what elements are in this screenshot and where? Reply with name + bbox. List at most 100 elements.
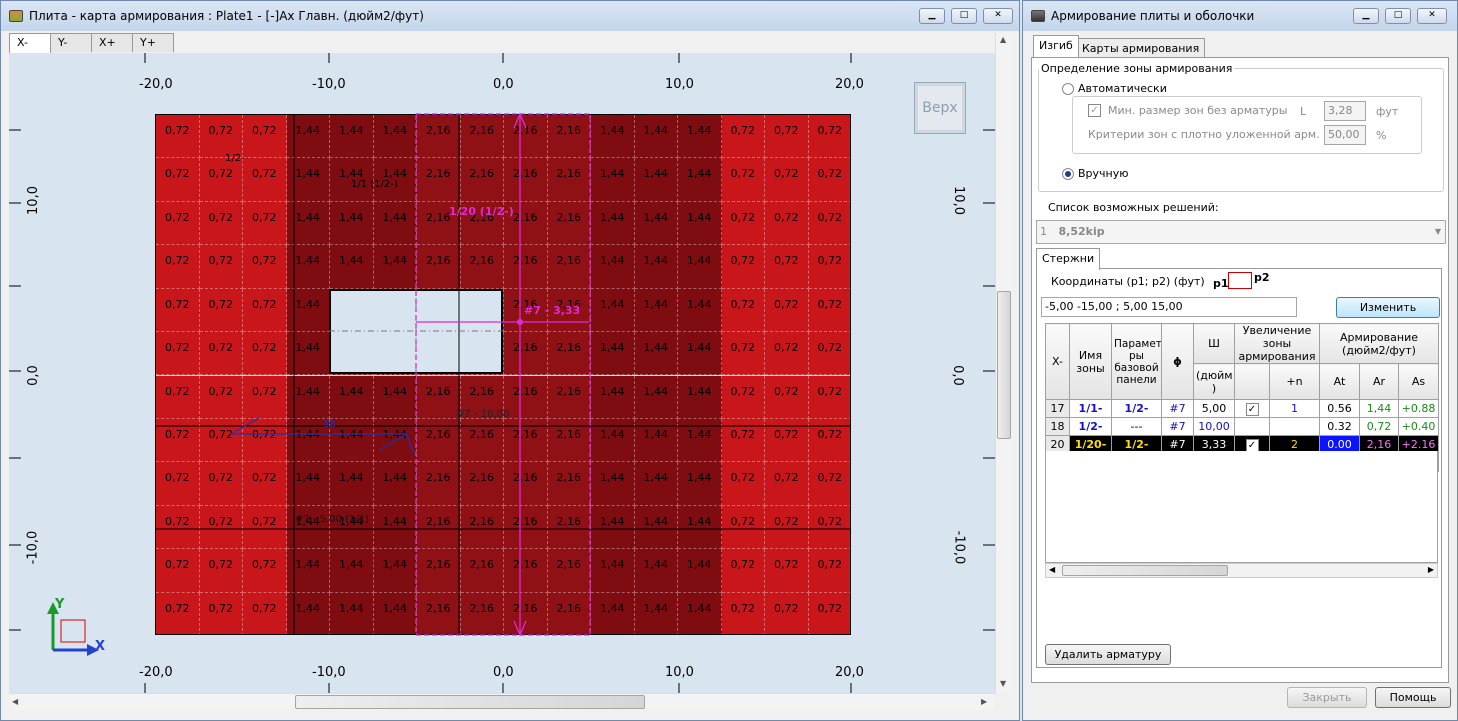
min-size-l-label: L xyxy=(1300,105,1307,118)
table-bg xyxy=(1045,451,1438,563)
annotation-layer xyxy=(155,112,851,637)
row-number[interactable]: 18 xyxy=(1045,417,1070,436)
minimize-button[interactable]: ▁ xyxy=(919,8,945,24)
table-scroll-thumb[interactable] xyxy=(1062,565,1228,576)
tab-bending[interactable]: Изгиб xyxy=(1033,35,1079,57)
close-button[interactable]: ✕ xyxy=(983,8,1013,24)
zone-definition-legend: Определение зоны армирования xyxy=(1041,62,1233,75)
tab-x-minus[interactable]: X- xyxy=(9,33,51,53)
manual-radio[interactable] xyxy=(1062,168,1074,180)
p2-label: p2 xyxy=(1254,271,1270,284)
phi-cell[interactable]: #7 xyxy=(1161,417,1194,436)
tab-bars[interactable]: Стержни xyxy=(1036,248,1101,270)
base-cell[interactable]: --- xyxy=(1111,417,1162,436)
row-number[interactable]: 17 xyxy=(1045,399,1070,418)
col-rebar: Армирование (дюйм2/фут) xyxy=(1318,323,1440,364)
as-cell[interactable]: +0.88 xyxy=(1397,399,1440,418)
col-at: At xyxy=(1319,363,1360,400)
increase-cell[interactable] xyxy=(1234,417,1270,436)
annotation-zone1: 1/1 (1/2-) xyxy=(351,179,398,190)
gizmo-x-label: X xyxy=(95,639,106,654)
bars-table[interactable]: X- Имя зоны Парамет ры базовой панели ϕ … xyxy=(1045,323,1440,472)
table-hscrollbar[interactable]: ◀ ▶ xyxy=(1045,563,1438,578)
annotation-zone20: 1/20 (1/2-) xyxy=(449,205,514,218)
table-row[interactable]: 18 1/2- --- #7 10,00 0.32 0,72 +0.40 xyxy=(1045,417,1440,436)
dialog-minimize-button[interactable]: ▁ xyxy=(1353,8,1379,24)
n-cell[interactable] xyxy=(1269,417,1320,436)
n-cell[interactable]: 1 xyxy=(1269,399,1320,418)
zone-cell[interactable]: 1/1- xyxy=(1069,399,1112,418)
solutions-combo[interactable]: 1 8,52kip ▼ xyxy=(1036,220,1446,244)
tab-y-plus[interactable]: Y+ xyxy=(132,33,174,52)
dense-unit: % xyxy=(1376,129,1387,142)
col-sh: Ш xyxy=(1193,323,1235,364)
dialog-maximize-button[interactable]: □ xyxy=(1385,8,1411,24)
scroll-left-icon[interactable]: ◀ xyxy=(1049,565,1055,574)
solution-index: 1 xyxy=(1040,225,1047,238)
col-dir: X- xyxy=(1045,323,1070,400)
at-cell[interactable]: 0.32 xyxy=(1319,417,1360,436)
reinforcement-dialog: Армирование плиты и оболочки ▁ □ ✕ Изгиб… xyxy=(1022,0,1458,721)
col-sh-unit: (дюйм ) xyxy=(1193,363,1235,400)
base-cell[interactable]: 1/2- xyxy=(1111,399,1162,418)
col-increase-check xyxy=(1234,363,1270,400)
annotation-top-left: 1/2- xyxy=(225,153,245,164)
at-cell[interactable]: 0.56 xyxy=(1319,399,1360,418)
col-ar: Ar xyxy=(1359,363,1399,400)
dialog-title: Армирование плиты и оболочки xyxy=(1051,9,1255,23)
col-zone: Имя зоны xyxy=(1069,323,1112,400)
view-cube-top[interactable]: Верх xyxy=(914,82,966,134)
delete-rebar-button[interactable]: Удалить арматуру xyxy=(1045,644,1171,665)
min-size-checkbox[interactable]: ✓ xyxy=(1088,104,1101,117)
auto-radio[interactable] xyxy=(1062,83,1074,95)
tab-y-minus[interactable]: Y- xyxy=(50,33,92,52)
horizontal-scrollbar[interactable]: ◀ ▶ xyxy=(9,693,995,710)
close-dialog-button[interactable]: Закрыть xyxy=(1287,687,1367,708)
dense-field[interactable]: 50,00 xyxy=(1324,125,1366,145)
tab-x-plus[interactable]: X+ xyxy=(91,33,133,52)
zone-cell[interactable]: 1/2- xyxy=(1069,417,1112,436)
window-title: Плита - карта армирования : Plate1 - [-]… xyxy=(29,9,424,23)
table-row[interactable]: 17 1/1- 1/2- #7 5,00 ✓ 1 0.56 1,44 +0.88 xyxy=(1045,399,1440,418)
app-icon xyxy=(9,10,23,22)
coords-field[interactable]: -5,00 -15,00 ; 5,00 15,00 xyxy=(1041,297,1297,317)
min-size-label: Мин. размер зон без арматуры xyxy=(1108,104,1288,117)
dialog-icon xyxy=(1031,10,1045,22)
as-cell[interactable]: +0.40 xyxy=(1397,417,1440,436)
sh-cell[interactable]: 10,00 xyxy=(1193,417,1235,436)
scroll-right-icon[interactable]: ▶ xyxy=(1428,565,1434,574)
bars-panel: Координаты (p1; p2) (фут) p1 p2 -5,00 -1… xyxy=(1036,268,1442,668)
scroll-left-icon[interactable]: ◀ xyxy=(12,697,18,706)
vertical-scrollbar[interactable]: ▲ ▼ xyxy=(995,33,1012,693)
scroll-down-icon[interactable]: ▼ xyxy=(1000,679,1006,688)
coords-label: Координаты (p1; p2) (фут) xyxy=(1051,275,1205,288)
help-button[interactable]: Помощь xyxy=(1375,687,1451,708)
min-size-unit: фут xyxy=(1376,105,1399,118)
scroll-up-icon[interactable]: ▲ xyxy=(1000,35,1006,44)
tab-reinforcement-maps[interactable]: Карты армирования xyxy=(1076,38,1206,58)
annotation-bar17: #7 - 5,00 (1/1) xyxy=(295,514,370,525)
reinforcement-map-canvas[interactable]: -20,0 -10,0 0,0 10,0 20,0 -20,0 -10,0 0,… xyxy=(9,53,995,693)
col-as: As xyxy=(1397,363,1440,400)
ar-cell[interactable]: 0,72 xyxy=(1359,417,1399,436)
dense-label: Критерии зон с плотно уложенной арм. xyxy=(1088,128,1320,141)
dialog-titlebar[interactable]: Армирование плиты и оболочки ▁ □ ✕ xyxy=(1023,1,1457,31)
check-icon: ✓ xyxy=(1245,402,1259,416)
change-button[interactable]: Изменить xyxy=(1336,297,1440,318)
col-plus-n: +n xyxy=(1269,363,1320,400)
phi-cell[interactable]: #7 xyxy=(1161,399,1194,418)
min-size-field[interactable]: 3,28 xyxy=(1324,101,1366,121)
maximize-button[interactable]: □ xyxy=(951,8,977,24)
sh-cell[interactable]: 5,00 xyxy=(1193,399,1235,418)
plate-map-titlebar[interactable]: Плита - карта армирования : Plate1 - [-]… xyxy=(1,1,1019,31)
plate-map-window: Плита - карта армирования : Plate1 - [-]… xyxy=(0,0,1020,721)
ar-cell[interactable]: 1,44 xyxy=(1359,399,1399,418)
annotation-bar18: #7 - 10,00 xyxy=(456,409,510,420)
vertical-scroll-thumb[interactable] xyxy=(997,291,1011,439)
annotation-bar20: #7 - 3,33 xyxy=(524,304,581,317)
gizmo-y-label: Y xyxy=(55,597,65,612)
increase-checkbox[interactable]: ✓ xyxy=(1234,399,1270,418)
horizontal-scroll-thumb[interactable] xyxy=(295,695,645,709)
scroll-right-icon[interactable]: ▶ xyxy=(981,697,987,706)
dialog-close-button[interactable]: ✕ xyxy=(1417,8,1447,24)
